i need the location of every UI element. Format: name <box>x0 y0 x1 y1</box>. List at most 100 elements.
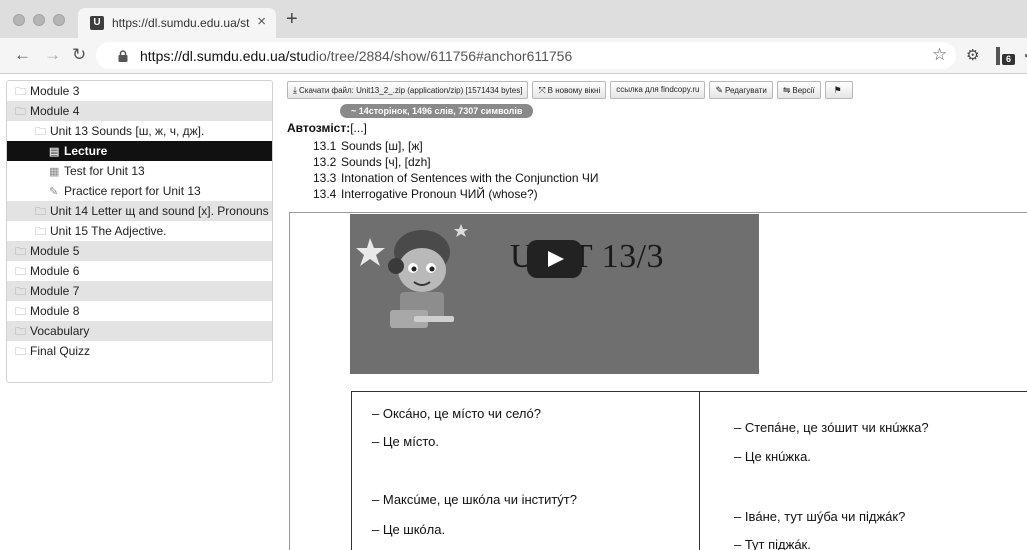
folder-icon: 🗀 <box>15 266 26 278</box>
sidebar-tree-item[interactable]: 🗀 Module 6 <box>7 261 272 281</box>
sidebar-tree-item[interactable]: ▤ Lecture <box>7 141 272 161</box>
sidebar-tree-item[interactable]: 🗀 Module 8 <box>7 301 272 321</box>
browser-tab[interactable]: U https://dl.sumdu.edu.ua/studio × <box>78 8 276 38</box>
dialogue-line: – Це кнúжка. <box>734 449 811 464</box>
sidebar-tree-item[interactable]: 🗀 Vocabulary <box>7 321 272 341</box>
sidebar-tree-item-label: Module 6 <box>30 264 80 278</box>
url-host: https://dl.sumdu.edu.ua/stu <box>140 48 309 64</box>
document-toolbar: ⤓ Скачати файл: Unit13_2_.zip (applicatio… <box>287 81 857 101</box>
lock-icon <box>118 50 128 62</box>
sidebar-tree-item[interactable]: ✎ Practice report for Unit 13 <box>7 181 272 201</box>
sidebar-tree-item-label: Module 4 <box>30 104 80 118</box>
reload-icon[interactable]: ↻ <box>72 45 86 65</box>
forward-arrow-icon[interactable]: → <box>44 45 61 65</box>
new-tab-button[interactable]: + <box>286 9 298 29</box>
folder-icon: 🗀 <box>15 286 26 298</box>
dialogue-line: – Максúме, це шкóла чи інститýт? <box>372 492 577 507</box>
dialogue-line: – Степáне, це зóшит чи кнúжка? <box>734 420 929 435</box>
versions-button-label: Версії <box>792 86 815 95</box>
folder-icon: 🗀 <box>15 326 26 338</box>
folder-icon: 🗀 <box>15 246 26 258</box>
download-button[interactable]: ⤓ Скачати файл: Unit13_2_.zip (applicatio… <box>287 81 529 99</box>
autocontent-expand-link[interactable]: [...] <box>350 121 367 135</box>
sidebar-tree-item[interactable]: 🗀 Module 3 <box>7 81 272 101</box>
folder-icon: 🗀 <box>15 86 26 98</box>
versions-button[interactable]: ⇋ Версії <box>776 81 821 99</box>
dialogue-line: – Івáне, тут шýба чи піджáк? <box>734 509 906 524</box>
sidebar-tree-item[interactable]: ▦ Test for Unit 13 <box>7 161 272 181</box>
dialogue-line: – Це мíсто. <box>372 434 439 449</box>
course-tree: 🗀 Module 3 🗀 Module 4 🗀 Unit 13 Sounds [ш, ж,… <box>7 81 272 361</box>
toc-item-text: Sounds [ч], [dzh] <box>341 155 431 169</box>
autocontent-heading: Автозміст:[...] <box>287 121 367 135</box>
toc-item-number: 13.3 <box>313 171 337 185</box>
url-text[interactable]: https://dl.sumdu.edu.ua/studio/tree/2884… <box>140 48 572 64</box>
window-zoom-button[interactable] <box>53 14 65 26</box>
cartoon-boy-illustration <box>356 224 468 328</box>
sidebar-tree-item[interactable]: 🗀 Module 4 <box>7 101 272 121</box>
sidebar-tree-item[interactable]: 🗀 Unit 15 The Adjective. <box>7 221 272 241</box>
folder-icon: 🗀 <box>35 126 46 138</box>
window-close-button[interactable] <box>13 14 25 26</box>
tab-close-icon[interactable]: × <box>257 14 266 30</box>
expand-icon: ⤧ <box>538 85 546 95</box>
toc-item[interactable]: 13.3 Intonation of Sentences with the Con… <box>313 170 598 186</box>
sidebar-tree-item[interactable]: 🗀 Module 5 <box>7 241 272 261</box>
toc-item-text: Intonation of Sentences with the Conjunc… <box>341 171 599 185</box>
sidebar-tree-item-label: Unit 13 Sounds [ш, ж, ч, дж]. <box>50 124 205 138</box>
toc-item[interactable]: 13.2 Sounds [ч], [dzh] <box>313 154 598 170</box>
extension-circle-icon[interactable]: ◔ <box>1021 46 1027 66</box>
sidebar-tree-item-label: Module 8 <box>30 304 80 318</box>
sidebar-tree-item[interactable]: 🗀 Module 7 <box>7 281 272 301</box>
findcopy-button-label: ссылка для findcopy.ru <box>616 85 700 94</box>
new-window-button[interactable]: ⤧ В новому вікні <box>532 81 607 99</box>
test-icon: ▦ <box>49 166 60 178</box>
url-path: dio/tree/2884/show/611756#anchor611756 <box>308 48 573 64</box>
folder-icon: 🗀 <box>15 306 26 318</box>
toc-item-number: 13.4 <box>313 187 337 201</box>
sidebar-tree-item[interactable]: 🗀 Unit 14 Letter щ and sound [x]. Pronoun… <box>7 201 272 221</box>
extension-icon[interactable]: 6 <box>995 46 1015 66</box>
download-icon: ⤓ <box>293 85 297 95</box>
flag-icon: ⚑ <box>833 85 842 95</box>
window-minimize-button[interactable] <box>33 14 45 26</box>
toc-item-text: Sounds [ш], [ж] <box>341 139 423 153</box>
toc-item-number: 13.2 <box>313 155 337 169</box>
browser-toolbar: ← → ↻ https://dl.sumdu.edu.ua/studio/tre… <box>0 38 1027 74</box>
sidebar-tree-item-label: Module 5 <box>30 244 80 258</box>
sidebar-tree-item-label: Unit 15 The Adjective. <box>50 224 167 238</box>
sidebar-tree-item[interactable]: 🗀 Final Quizz <box>7 341 272 361</box>
bookmark-star-icon[interactable]: ☆ <box>932 45 947 65</box>
new-window-button-label: В новому вікні <box>547 86 601 95</box>
video-player[interactable]: UNIT 13/3 <box>350 214 759 374</box>
back-arrow-icon[interactable]: ← <box>14 45 31 65</box>
site-favicon-icon: U <box>90 16 104 30</box>
sidebar-tree-item-label: Test for Unit 13 <box>64 164 145 178</box>
edit-button[interactable]: ✎ Редагувати <box>709 81 773 99</box>
extension-badge: 6 <box>1002 54 1015 65</box>
edit-button-label: Редагувати <box>724 86 767 95</box>
browser-tab-bar: U https://dl.sumdu.edu.ua/studio × + <box>0 0 1027 38</box>
address-bar[interactable]: https://dl.sumdu.edu.ua/studio/tree/2884… <box>96 42 956 69</box>
play-button[interactable] <box>527 240 582 278</box>
document-stats-badge: ~ 14сторінок, 1496 слів, 7307 символів <box>340 104 534 118</box>
sidebar-tree-item-label: Module 3 <box>30 84 80 98</box>
dialogue-line: – Тут піджáк. <box>734 537 811 550</box>
sidebar-tree-item-label: Unit 14 Letter щ and sound [x]. Pronouns <box>50 204 269 218</box>
tab-title: https://dl.sumdu.edu.ua/studio <box>112 16 250 30</box>
edit-icon: ✎ <box>715 85 723 95</box>
toc-item[interactable]: 13.1 Sounds [ш], [ж] <box>313 138 598 154</box>
lecture-icon: ▤ <box>49 146 60 158</box>
sidebar-tree-item-label: Final Quizz <box>30 344 91 358</box>
table-divider <box>699 392 700 550</box>
dialogue-line: – Це шкóла. <box>372 522 446 537</box>
sidebar-tree-item-label: Vocabulary <box>30 324 90 338</box>
toc-item[interactable]: 13.4 Interrogative Pronoun ЧИЙ (whose?) <box>313 186 598 202</box>
report-icon: ✎ <box>49 186 59 198</box>
extension-puzzle-icon[interactable]: ⚙ <box>966 46 979 66</box>
sidebar-tree-item[interactable]: 🗀 Unit 13 Sounds [ш, ж, ч, дж]. <box>7 121 272 141</box>
dialogue-line: – Оксáно, це мíсто чи селó? <box>372 406 541 421</box>
findcopy-button[interactable]: ссылка для findcopy.ru <box>610 81 706 99</box>
flag-button[interactable]: ⚑ <box>824 81 853 99</box>
folder-icon: 🗀 <box>35 226 46 238</box>
